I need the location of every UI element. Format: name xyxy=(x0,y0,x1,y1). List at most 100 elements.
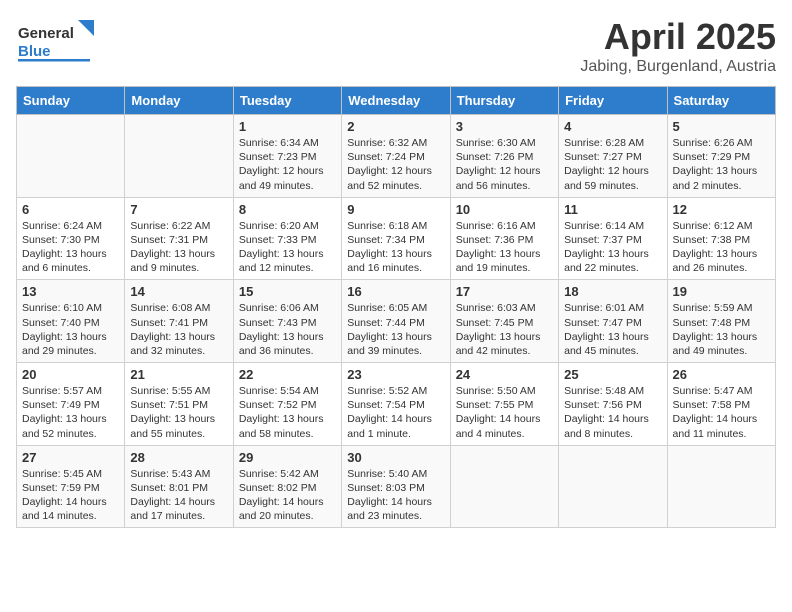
day-number: 3 xyxy=(456,119,553,134)
svg-text:General: General xyxy=(18,25,74,42)
calendar-table: SundayMondayTuesdayWednesdayThursdayFrid… xyxy=(16,86,776,528)
calendar-cell: 3 Sunrise: 6:30 AM Sunset: 7:26 PM Daylig… xyxy=(450,115,558,198)
day-number: 10 xyxy=(456,202,553,217)
day-info: Sunrise: 6:32 AM Sunset: 7:24 PM Dayligh… xyxy=(347,136,444,193)
calendar-cell: 25 Sunrise: 5:48 AM Sunset: 7:56 PM Dayli… xyxy=(559,363,667,446)
day-number: 9 xyxy=(347,202,444,217)
calendar-cell: 12 Sunrise: 6:12 AM Sunset: 7:38 PM Dayli… xyxy=(667,197,775,280)
weekday-header: Tuesday xyxy=(233,87,341,115)
day-info: Sunrise: 5:48 AM Sunset: 7:56 PM Dayligh… xyxy=(564,384,661,441)
calendar-week-row: 27 Sunrise: 5:45 AM Sunset: 7:59 PM Dayli… xyxy=(17,445,776,528)
calendar-cell: 8 Sunrise: 6:20 AM Sunset: 7:33 PM Daylig… xyxy=(233,197,341,280)
day-number: 4 xyxy=(564,119,661,134)
weekday-header: Sunday xyxy=(17,87,125,115)
calendar-cell xyxy=(667,445,775,528)
day-info: Sunrise: 6:10 AM Sunset: 7:40 PM Dayligh… xyxy=(22,301,119,358)
day-info: Sunrise: 5:59 AM Sunset: 7:48 PM Dayligh… xyxy=(673,301,770,358)
calendar-cell: 22 Sunrise: 5:54 AM Sunset: 7:52 PM Dayli… xyxy=(233,363,341,446)
calendar-subtitle: Jabing, Burgenland, Austria xyxy=(580,58,776,76)
day-number: 30 xyxy=(347,450,444,465)
calendar-week-row: 20Sunrise: 5:57 AM Sunset: 7:49 PM Dayli… xyxy=(17,363,776,446)
calendar-cell: 14 Sunrise: 6:08 AM Sunset: 7:41 PM Dayli… xyxy=(125,280,233,363)
day-info: Sunrise: 6:14 AM Sunset: 7:37 PM Dayligh… xyxy=(564,219,661,276)
day-info: Sunrise: 6:30 AM Sunset: 7:26 PM Dayligh… xyxy=(456,136,553,193)
day-number: 11 xyxy=(564,202,661,217)
logo-icon: General Blue xyxy=(16,16,96,64)
day-number: 29 xyxy=(239,450,336,465)
calendar-cell: 15 Sunrise: 6:06 AM Sunset: 7:43 PM Dayli… xyxy=(233,280,341,363)
calendar-title: April 2025 xyxy=(580,16,776,58)
calendar-cell: 9 Sunrise: 6:18 AM Sunset: 7:34 PM Daylig… xyxy=(342,197,450,280)
day-number: 15 xyxy=(239,284,336,299)
day-number: 25 xyxy=(564,367,661,382)
day-number: 14 xyxy=(130,284,227,299)
calendar-cell: 11 Sunrise: 6:14 AM Sunset: 7:37 PM Dayli… xyxy=(559,197,667,280)
day-info: Sunrise: 6:22 AM Sunset: 7:31 PM Dayligh… xyxy=(130,219,227,276)
day-number: 27 xyxy=(22,450,119,465)
svg-text:Blue: Blue xyxy=(18,43,51,60)
calendar-cell: 6 Sunrise: 6:24 AM Sunset: 7:30 PM Daylig… xyxy=(17,197,125,280)
calendar-cell: 2 Sunrise: 6:32 AM Sunset: 7:24 PM Daylig… xyxy=(342,115,450,198)
calendar-cell: 4 Sunrise: 6:28 AM Sunset: 7:27 PM Daylig… xyxy=(559,115,667,198)
day-info: Sunrise: 6:05 AM Sunset: 7:44 PM Dayligh… xyxy=(347,301,444,358)
day-number: 19 xyxy=(673,284,770,299)
day-number: 8 xyxy=(239,202,336,217)
day-info: Sunrise: 6:08 AM Sunset: 7:41 PM Dayligh… xyxy=(130,301,227,358)
calendar-cell xyxy=(559,445,667,528)
calendar-cell: 1 Sunrise: 6:34 AM Sunset: 7:23 PM Daylig… xyxy=(233,115,341,198)
day-info: Sunrise: 6:18 AM Sunset: 7:34 PM Dayligh… xyxy=(347,219,444,276)
calendar-cell: 18 Sunrise: 6:01 AM Sunset: 7:47 PM Dayli… xyxy=(559,280,667,363)
day-number: 2 xyxy=(347,119,444,134)
day-number: 12 xyxy=(673,202,770,217)
day-number: 22 xyxy=(239,367,336,382)
day-number: 13 xyxy=(22,284,119,299)
day-info: Sunrise: 5:54 AM Sunset: 7:52 PM Dayligh… xyxy=(239,384,336,441)
day-info: Sunrise: 5:43 AM Sunset: 8:01 PM Dayligh… xyxy=(130,467,227,524)
calendar-cell: 13 Sunrise: 6:10 AM Sunset: 7:40 PM Dayli… xyxy=(17,280,125,363)
day-info: Sunrise: 5:55 AM Sunset: 7:51 PM Dayligh… xyxy=(130,384,227,441)
calendar-cell: 24 Sunrise: 5:50 AM Sunset: 7:55 PM Dayli… xyxy=(450,363,558,446)
calendar-cell: 29 Sunrise: 5:42 AM Sunset: 8:02 PM Dayli… xyxy=(233,445,341,528)
calendar-cell: 7Sunrise: 6:22 AM Sunset: 7:31 PM Daylig… xyxy=(125,197,233,280)
day-info: Sunrise: 5:50 AM Sunset: 7:55 PM Dayligh… xyxy=(456,384,553,441)
day-number: 21 xyxy=(130,367,227,382)
calendar-cell: 16 Sunrise: 6:05 AM Sunset: 7:44 PM Dayli… xyxy=(342,280,450,363)
day-number: 16 xyxy=(347,284,444,299)
day-number: 26 xyxy=(673,367,770,382)
page-header: General Blue April 2025 Jabing, Burgenla… xyxy=(16,16,776,76)
calendar-week-row: 6 Sunrise: 6:24 AM Sunset: 7:30 PM Daylig… xyxy=(17,197,776,280)
calendar-cell: 28 Sunrise: 5:43 AM Sunset: 8:01 PM Dayli… xyxy=(125,445,233,528)
day-number: 24 xyxy=(456,367,553,382)
day-info: Sunrise: 5:47 AM Sunset: 7:58 PM Dayligh… xyxy=(673,384,770,441)
day-info: Sunrise: 6:26 AM Sunset: 7:29 PM Dayligh… xyxy=(673,136,770,193)
weekday-header: Wednesday xyxy=(342,87,450,115)
calendar-cell: 26 Sunrise: 5:47 AM Sunset: 7:58 PM Dayli… xyxy=(667,363,775,446)
title-block: April 2025 Jabing, Burgenland, Austria xyxy=(580,16,776,76)
header-row: SundayMondayTuesdayWednesdayThursdayFrid… xyxy=(17,87,776,115)
calendar-week-row: 13 Sunrise: 6:10 AM Sunset: 7:40 PM Dayli… xyxy=(17,280,776,363)
day-info: Sunrise: 5:45 AM Sunset: 7:59 PM Dayligh… xyxy=(22,467,119,524)
day-info: Sunrise: 6:28 AM Sunset: 7:27 PM Dayligh… xyxy=(564,136,661,193)
day-info: Sunrise: 6:20 AM Sunset: 7:33 PM Dayligh… xyxy=(239,219,336,276)
calendar-cell: 10Sunrise: 6:16 AM Sunset: 7:36 PM Dayli… xyxy=(450,197,558,280)
day-info: Sunrise: 5:40 AM Sunset: 8:03 PM Dayligh… xyxy=(347,467,444,524)
calendar-cell xyxy=(17,115,125,198)
day-number: 20 xyxy=(22,367,119,382)
day-number: 1 xyxy=(239,119,336,134)
weekday-header: Saturday xyxy=(667,87,775,115)
calendar-cell: 21 Sunrise: 5:55 AM Sunset: 7:51 PM Dayli… xyxy=(125,363,233,446)
day-number: 6 xyxy=(22,202,119,217)
day-info: Sunrise: 6:34 AM Sunset: 7:23 PM Dayligh… xyxy=(239,136,336,193)
day-info: Sunrise: 6:12 AM Sunset: 7:38 PM Dayligh… xyxy=(673,219,770,276)
weekday-header: Thursday xyxy=(450,87,558,115)
day-info: Sunrise: 5:42 AM Sunset: 8:02 PM Dayligh… xyxy=(239,467,336,524)
calendar-cell xyxy=(450,445,558,528)
day-number: 18 xyxy=(564,284,661,299)
day-number: 28 xyxy=(130,450,227,465)
logo: General Blue xyxy=(16,16,96,69)
calendar-cell xyxy=(125,115,233,198)
day-info: Sunrise: 6:01 AM Sunset: 7:47 PM Dayligh… xyxy=(564,301,661,358)
calendar-cell: 30 Sunrise: 5:40 AM Sunset: 8:03 PM Dayli… xyxy=(342,445,450,528)
day-info: Sunrise: 6:06 AM Sunset: 7:43 PM Dayligh… xyxy=(239,301,336,358)
day-info: Sunrise: 6:24 AM Sunset: 7:30 PM Dayligh… xyxy=(22,219,119,276)
